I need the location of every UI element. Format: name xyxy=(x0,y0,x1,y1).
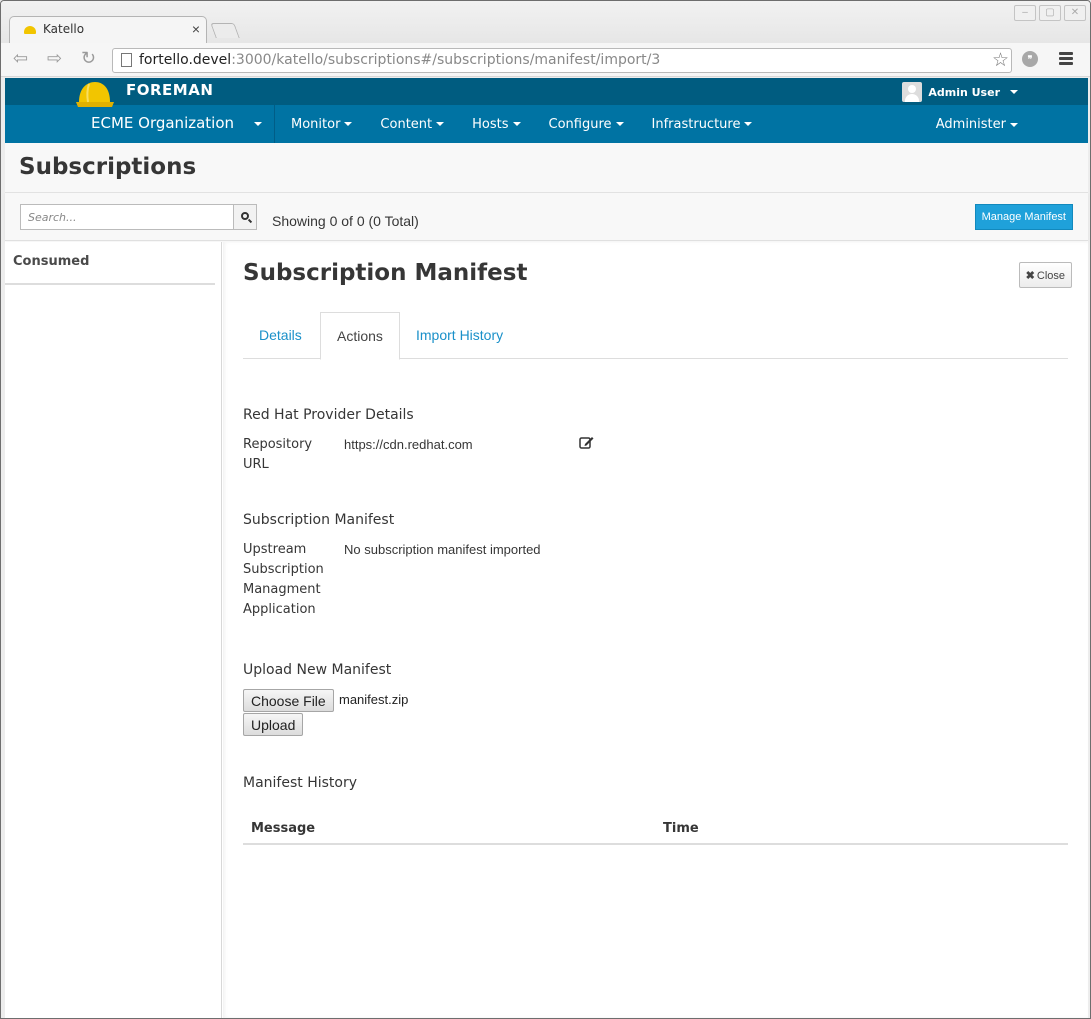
column-header-message[interactable]: Message xyxy=(251,821,315,836)
edit-icon[interactable] xyxy=(579,435,594,449)
nav-administer[interactable]: Administer xyxy=(936,117,1018,132)
search-toolbar: Showing 0 of 0 (0 Total) Manage Manifest xyxy=(5,193,1088,241)
nav-divider xyxy=(274,105,275,143)
manifest-panel: Subscription Manifest ✖ Close Details Act… xyxy=(223,242,1088,1018)
window-controls: – ▢ ✕ xyxy=(1014,5,1086,21)
tab-title: Katello xyxy=(43,22,85,36)
foreman-top-bar: FOREMAN Admin User xyxy=(5,78,1088,105)
nav-menu: Monitor Content Hosts Configure Infrastr… xyxy=(291,105,780,143)
chevron-down-icon xyxy=(344,122,353,126)
address-bar[interactable]: fortello.devel:3000/katello/subscription… xyxy=(112,48,1012,73)
minimize-button[interactable]: – xyxy=(1014,5,1036,21)
foreman-helmet-logo-icon xyxy=(76,82,114,107)
helmet-favicon-icon xyxy=(24,26,36,34)
manifest-history-heading: Manifest History xyxy=(243,775,358,791)
forward-icon[interactable]: ⇨ xyxy=(47,48,62,69)
close-icon: ✖ xyxy=(1025,269,1035,282)
selected-file-name: manifest.zip xyxy=(339,692,409,707)
upload-button[interactable]: Upload xyxy=(243,713,304,736)
window-close-button[interactable]: ✕ xyxy=(1064,5,1086,21)
subscriptions-list: Consumed xyxy=(5,242,222,1018)
nav-hosts[interactable]: Hosts xyxy=(472,117,521,132)
panel-title: Subscription Manifest xyxy=(243,260,528,286)
chevron-down-icon xyxy=(512,122,521,126)
nav-monitor[interactable]: Monitor xyxy=(291,117,353,132)
bookmark-star-icon[interactable]: ☆ xyxy=(992,49,1009,72)
page-title: Subscriptions xyxy=(19,154,197,180)
chevron-down-icon xyxy=(436,122,445,126)
manifest-tabs: Details Actions Import History xyxy=(243,312,1068,360)
page-content: Subscriptions Showing 0 of 0 (0 Total) M… xyxy=(5,143,1088,1018)
tab-details[interactable]: Details xyxy=(243,312,318,359)
maximize-button[interactable]: ▢ xyxy=(1039,5,1061,21)
user-menu[interactable]: Admin User xyxy=(902,82,1018,102)
chevron-down-icon xyxy=(1010,90,1018,94)
provider-details-heading: Red Hat Provider Details xyxy=(243,407,414,423)
column-header-consumed[interactable]: Consumed xyxy=(5,242,215,285)
repository-url-value: https://cdn.redhat.com xyxy=(344,437,473,452)
subscription-manifest-heading: Subscription Manifest xyxy=(243,512,395,528)
nav-infrastructure[interactable]: Infrastructure xyxy=(652,117,753,132)
user-name: Admin User xyxy=(928,85,1000,99)
manifest-history-table: Message Time xyxy=(243,812,1068,845)
brand-name[interactable]: FOREMAN xyxy=(126,81,213,99)
browser-tab[interactable]: Katello × xyxy=(9,16,207,44)
manage-manifest-button[interactable]: Manage Manifest xyxy=(974,204,1073,230)
url-text[interactable]: fortello.devel:3000/katello/subscription… xyxy=(139,52,660,68)
column-header-time[interactable]: Time xyxy=(663,821,699,836)
avatar xyxy=(902,82,923,102)
hangouts-extension-icon[interactable]: ❞ xyxy=(1022,51,1038,67)
chevron-down-icon xyxy=(1010,122,1018,127)
results-count: Showing 0 of 0 (0 Total) xyxy=(272,213,419,229)
nav-configure[interactable]: Configure xyxy=(549,117,624,132)
org-chevron-down-icon[interactable] xyxy=(254,122,262,126)
chevron-down-icon xyxy=(615,122,624,126)
chevron-down-icon xyxy=(744,122,753,126)
browser-menu-icon[interactable] xyxy=(1059,52,1073,67)
tab-close-icon[interactable]: × xyxy=(192,21,200,37)
organization-switcher[interactable]: ECME Organization xyxy=(91,114,234,132)
tab-strip: Katello × – ▢ ✕ xyxy=(1,1,1090,44)
page-header: Subscriptions xyxy=(5,143,1088,193)
choose-file-button[interactable]: Choose File xyxy=(243,689,334,712)
back-icon[interactable]: ⇦ xyxy=(13,48,28,69)
search-input[interactable] xyxy=(20,204,234,230)
upstream-label: Upstream Subscription Managment Applicat… xyxy=(243,542,324,617)
tab-import-history[interactable]: Import History xyxy=(400,312,519,359)
search-button[interactable] xyxy=(233,204,257,230)
browser-window: Katello × – ▢ ✕ ⇦ ⇨ ↻ fortello.devel:300… xyxy=(0,0,1091,1019)
reload-icon[interactable]: ↻ xyxy=(81,48,96,69)
nav-content[interactable]: Content xyxy=(380,117,445,132)
repository-url-label: Repository URL xyxy=(243,437,313,472)
upstream-value: No subscription manifest imported xyxy=(344,542,541,557)
new-tab-button[interactable] xyxy=(210,23,240,38)
tab-actions[interactable]: Actions xyxy=(320,312,400,360)
close-button[interactable]: ✖ Close xyxy=(1018,262,1072,288)
main-nav: ECME Organization Monitor Content Hosts … xyxy=(5,105,1088,143)
browser-toolbar: ⇦ ⇨ ↻ fortello.devel:3000/katello/subscr… xyxy=(1,43,1090,77)
page-icon xyxy=(121,53,132,67)
upload-manifest-heading: Upload New Manifest xyxy=(243,662,392,678)
